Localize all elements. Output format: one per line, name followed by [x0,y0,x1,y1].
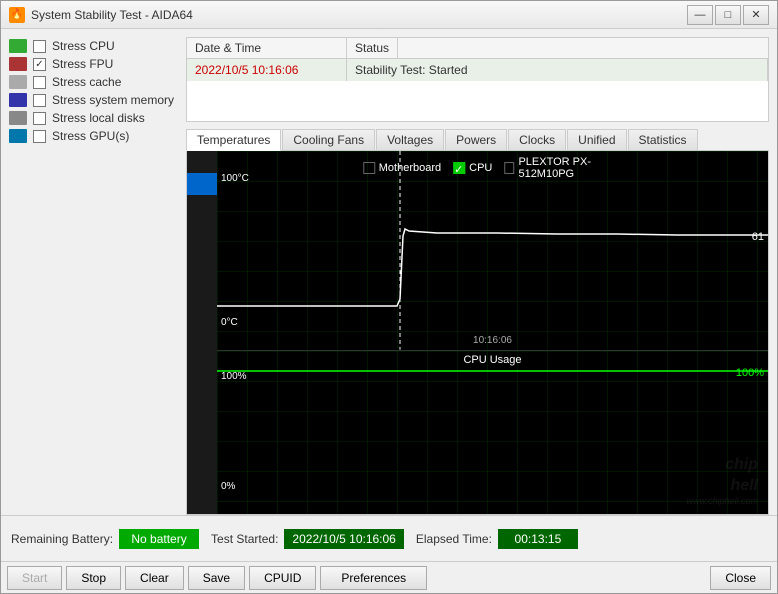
info-row: 2022/10/5 10:16:06 Stability Test: Start… [187,59,768,81]
tabs-row: Temperatures Cooling Fans Voltages Power… [186,122,769,150]
cpu-y-bot: 0% [221,481,235,492]
temp-y-bot: 0°C [221,317,238,328]
stress-cpu-icon [9,39,27,53]
right-panel: Date & Time Status 2022/10/5 10:16:06 St… [186,29,777,515]
legend-cpu-box: ✓ [453,162,465,174]
charts-area: Motherboard ✓ CPU PLEXTOR PX-512M10PG [217,151,768,514]
stress-fpu-icon [9,57,27,71]
main-area: Temperatures Cooling Fans Voltages Power… [186,122,769,515]
tab-unified[interactable]: Unified [567,129,626,151]
stress-options-panel: Stress CPU Stress FPU Stress cache Stres… [1,29,186,515]
stress-fpu-label: Stress FPU [52,57,113,71]
watermark-logo: chiphell [686,455,758,497]
main-window: 🔥 System Stability Test - AIDA64 — □ ✕ S… [0,0,778,594]
temp-x-label: 10:16:06 [473,335,512,346]
chart-sidebar [187,151,217,514]
stress-gpu-icon [9,129,27,143]
stress-memory-icon [9,93,27,107]
legend-cpu-label: CPU [469,162,492,174]
cpu-chart-title: CPU Usage [463,354,521,366]
maximize-button[interactable]: □ [715,5,741,25]
tab-clocks[interactable]: Clocks [508,129,566,151]
title-bar: 🔥 System Stability Test - AIDA64 — □ ✕ [1,1,777,29]
col-status-header: Status [347,38,398,58]
tab-statistics[interactable]: Statistics [628,129,698,151]
close-button[interactable]: Close [710,566,771,590]
start-button[interactable]: Start [7,566,62,590]
minimize-button[interactable]: — [687,5,713,25]
title-bar-controls: — □ ✕ [687,5,769,25]
test-started-status: Test Started: 2022/10/5 10:16:06 [211,529,404,549]
chart-container: Motherboard ✓ CPU PLEXTOR PX-512M10PG [187,151,768,514]
stress-gpu-label: Stress GPU(s) [52,129,129,143]
stress-disk-label: Stress local disks [52,111,145,125]
temp-chart-legend: Motherboard ✓ CPU PLEXTOR PX-512M10PG [355,153,631,183]
stress-cache-item[interactable]: Stress cache [9,73,178,91]
elapsed-status: Elapsed Time: 00:13:15 [416,529,578,549]
stress-cpu-label: Stress CPU [52,39,115,53]
cpu-chart-grid [217,351,768,514]
stop-button[interactable]: Stop [66,566,121,590]
test-value: 2022/10/5 10:16:06 [284,529,403,549]
battery-value: No battery [119,529,199,549]
status-bar: Remaining Battery: No battery Test Start… [1,515,777,561]
temp-value: 61 [752,231,764,243]
legend-motherboard: Motherboard [363,162,441,174]
tab-content: Motherboard ✓ CPU PLEXTOR PX-512M10PG [186,150,769,515]
tab-temperatures[interactable]: Temperatures [186,129,281,151]
tab-cooling-fans[interactable]: Cooling Fans [282,129,375,151]
preferences-button[interactable]: Preferences [320,566,427,590]
info-table: Date & Time Status 2022/10/5 10:16:06 St… [186,37,769,122]
legend-plextor: PLEXTOR PX-512M10PG [504,156,622,180]
clear-button[interactable]: Clear [125,566,184,590]
stress-cache-icon [9,75,27,89]
stress-gpu-item[interactable]: Stress GPU(s) [9,127,178,145]
tab-powers[interactable]: Powers [445,129,507,151]
stress-fpu-item[interactable]: Stress FPU [9,55,178,73]
stress-memory-label: Stress system memory [52,93,174,107]
cpu-y-top: 100% [221,371,247,382]
close-window-button[interactable]: ✕ [743,5,769,25]
cpu-value-right: 100% [736,367,764,379]
cpuid-button[interactable]: CPUID [249,566,316,590]
battery-status: Remaining Battery: No battery [11,529,199,549]
app-icon: 🔥 [9,7,25,23]
main-content: Stress CPU Stress FPU Stress cache Stres… [1,29,777,515]
status-value: Stability Test: Started [347,59,768,81]
temp-chart: Motherboard ✓ CPU PLEXTOR PX-512M10PG [217,151,768,351]
window-title: System Stability Test - AIDA64 [31,8,193,22]
watermark-url: www.chiphell.com [686,496,758,508]
stress-memory-item[interactable]: Stress system memory [9,91,178,109]
legend-cpu: ✓ CPU [453,162,492,174]
legend-motherboard-label: Motherboard [379,162,441,174]
info-table-header: Date & Time Status [187,38,768,59]
stress-fpu-checkbox[interactable] [33,58,46,71]
cpu-usage-chart: CPU Usage 100% 0% 100% chiphell www.chip… [217,351,768,514]
stress-memory-checkbox[interactable] [33,94,46,107]
sidebar-indicator [187,173,217,195]
stress-gpu-checkbox[interactable] [33,130,46,143]
stress-cpu-checkbox[interactable] [33,40,46,53]
legend-plextor-box [504,162,514,174]
title-bar-left: 🔥 System Stability Test - AIDA64 [9,7,193,23]
elapsed-label: Elapsed Time: [416,532,492,546]
stress-cpu-item[interactable]: Stress CPU [9,37,178,55]
test-label: Test Started: [211,532,278,546]
tab-voltages[interactable]: Voltages [376,129,444,151]
stress-cache-label: Stress cache [52,75,121,89]
elapsed-value: 00:13:15 [498,529,578,549]
stress-disk-checkbox[interactable] [33,112,46,125]
col-datetime-header: Date & Time [187,38,347,58]
watermark: chiphell www.chiphell.com [686,455,758,508]
save-button[interactable]: Save [188,566,245,590]
stress-cache-checkbox[interactable] [33,76,46,89]
datetime-value: 2022/10/5 10:16:06 [187,59,347,81]
battery-label: Remaining Battery: [11,532,113,546]
stress-disk-icon [9,111,27,125]
legend-plextor-label: PLEXTOR PX-512M10PG [518,156,622,180]
legend-motherboard-box [363,162,375,174]
temp-y-top: 100°C [221,173,249,184]
bottom-bar: Start Stop Clear Save CPUID Preferences … [1,561,777,593]
stress-disk-item[interactable]: Stress local disks [9,109,178,127]
